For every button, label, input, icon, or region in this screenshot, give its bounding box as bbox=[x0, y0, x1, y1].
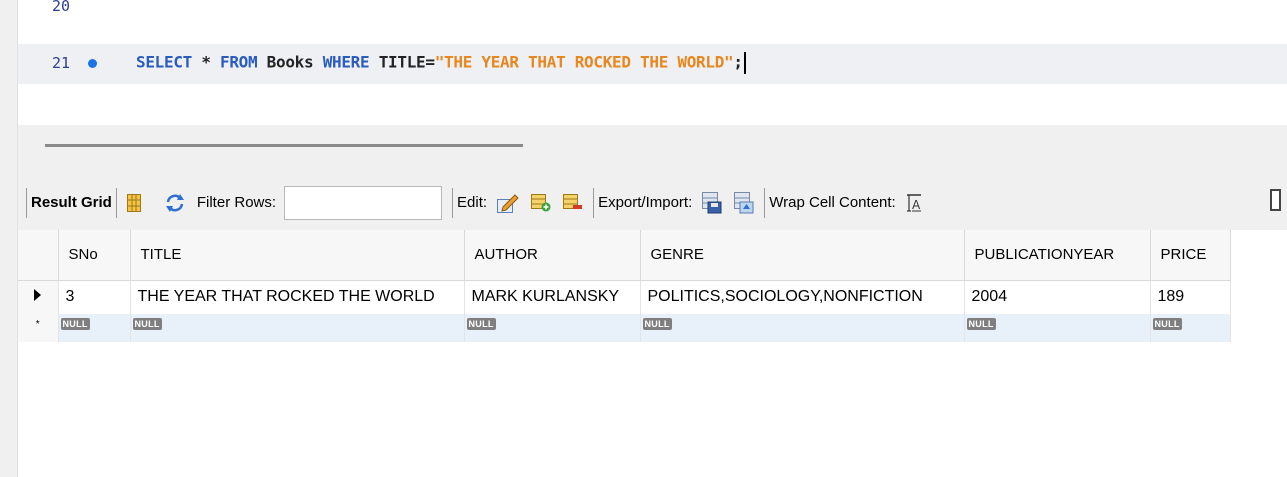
keyword-where: WHERE bbox=[322, 52, 370, 72]
left-gutter-edge bbox=[0, 0, 18, 477]
editor-line-current[interactable]: 21 SELECT * FROM Books WHERE TITLE="THE … bbox=[18, 44, 1287, 84]
null-badge: NULL bbox=[60, 318, 90, 330]
sql-editor[interactable]: 20 21 SELECT * FROM Books WHERE TITLE="T… bbox=[18, 0, 1287, 115]
edit-label: Edit: bbox=[457, 194, 488, 211]
toolbar-separator bbox=[26, 187, 27, 218]
filter-rows-input[interactable] bbox=[284, 185, 443, 220]
table-cell[interactable]: NULL bbox=[464, 314, 641, 342]
export-icon[interactable] bbox=[702, 191, 722, 214]
toolbar-separator bbox=[115, 187, 117, 218]
edit-cell-icon[interactable] bbox=[497, 193, 519, 213]
table-row[interactable]: 3 THE YEAR THAT ROCKED THE WORLD MARK KU… bbox=[18, 280, 1231, 314]
delete-row-icon[interactable] bbox=[563, 193, 583, 212]
table-cell[interactable]: 2004 bbox=[964, 280, 1151, 314]
table-cell[interactable]: 3 bbox=[58, 280, 131, 314]
sql-statement[interactable]: SELECT * FROM Books WHERE TITLE="THE YEA… bbox=[136, 52, 746, 74]
table-cell[interactable]: NULL bbox=[640, 314, 965, 342]
row-header-corner bbox=[18, 230, 59, 281]
import-icon[interactable] bbox=[734, 191, 754, 214]
table-cell[interactable]: NULL bbox=[130, 314, 465, 342]
table-cell[interactable]: THE YEAR THAT ROCKED THE WORLD bbox=[130, 280, 465, 314]
where-column: TITLE= bbox=[369, 52, 435, 72]
new-row-indicator[interactable]: * bbox=[18, 314, 59, 342]
table-cell[interactable]: NULL bbox=[1150, 314, 1231, 342]
row-pointer-icon bbox=[34, 289, 42, 302]
svg-text:A: A bbox=[912, 198, 921, 212]
column-header[interactable]: PUBLICATIONYEAR bbox=[964, 230, 1151, 281]
null-badge: NULL bbox=[132, 318, 162, 330]
null-badge: NULL bbox=[966, 318, 996, 330]
statement-dot-icon bbox=[88, 59, 97, 68]
column-header[interactable]: TITLE bbox=[130, 230, 465, 281]
result-table: SNo TITLE AUTHOR GENRE PUBLICATIONYEAR P… bbox=[18, 230, 1231, 342]
header-row: SNo TITLE AUTHOR GENRE PUBLICATIONYEAR P… bbox=[18, 230, 1231, 281]
result-grid-tab[interactable]: Result Grid bbox=[31, 194, 112, 211]
table-cell[interactable]: 189 bbox=[1150, 280, 1231, 314]
panel-splitter-handle[interactable] bbox=[45, 144, 523, 147]
keyword-select: SELECT bbox=[136, 52, 192, 72]
null-badge: NULL bbox=[1152, 318, 1182, 330]
column-header[interactable]: GENRE bbox=[640, 230, 965, 281]
column-header[interactable]: AUTHOR bbox=[464, 230, 641, 281]
string-literal: "THE YEAR THAT ROCKED THE WORLD" bbox=[434, 52, 734, 72]
filter-rows-label: Filter Rows: bbox=[196, 194, 277, 211]
wrap-cell-content-label: Wrap Cell Content: bbox=[769, 194, 896, 211]
current-row-indicator[interactable] bbox=[18, 280, 59, 314]
table-cell[interactable]: MARK KURLANSKY bbox=[464, 280, 641, 314]
line-number: 20 bbox=[52, 0, 71, 15]
panel-splitter-area bbox=[18, 125, 1287, 175]
refresh-icon[interactable] bbox=[165, 193, 185, 212]
table-cell[interactable]: POLITICS,SOCIOLOGY,NONFICTION bbox=[640, 280, 965, 314]
text-caret bbox=[743, 52, 746, 74]
editor-line: 20 bbox=[18, 0, 1287, 30]
column-header[interactable]: SNo bbox=[58, 230, 131, 281]
line-number: 21 bbox=[52, 54, 71, 72]
export-import-label: Export/Import: bbox=[598, 194, 693, 211]
null-badge: NULL bbox=[466, 318, 496, 330]
toolbar-separator bbox=[593, 187, 595, 218]
new-row[interactable]: * NULL NULL NULL NULL NULL NULL bbox=[18, 314, 1231, 342]
toolbar-separator bbox=[452, 187, 454, 218]
add-row-icon[interactable] bbox=[531, 193, 551, 212]
panel-toggle-box[interactable] bbox=[1270, 189, 1281, 211]
wrap-text-icon[interactable]: A bbox=[906, 193, 922, 212]
result-toolbar: Result Grid Filter Rows: Edit: Export/Im… bbox=[18, 175, 1287, 230]
grid-columns-icon[interactable] bbox=[126, 193, 141, 212]
table-cell[interactable]: NULL bbox=[58, 314, 131, 342]
null-badge: NULL bbox=[642, 318, 672, 330]
toolbar-separator bbox=[764, 187, 766, 218]
table-cell[interactable]: NULL bbox=[964, 314, 1151, 342]
keyword-from: FROM bbox=[220, 52, 258, 72]
result-grid: SNo TITLE AUTHOR GENRE PUBLICATIONYEAR P… bbox=[18, 230, 1287, 477]
column-header[interactable]: PRICE bbox=[1150, 230, 1231, 281]
new-row-star-icon: * bbox=[35, 319, 40, 330]
table-name: Books bbox=[257, 52, 323, 72]
select-star: * bbox=[192, 52, 220, 72]
statement-terminator: ; bbox=[733, 52, 743, 72]
